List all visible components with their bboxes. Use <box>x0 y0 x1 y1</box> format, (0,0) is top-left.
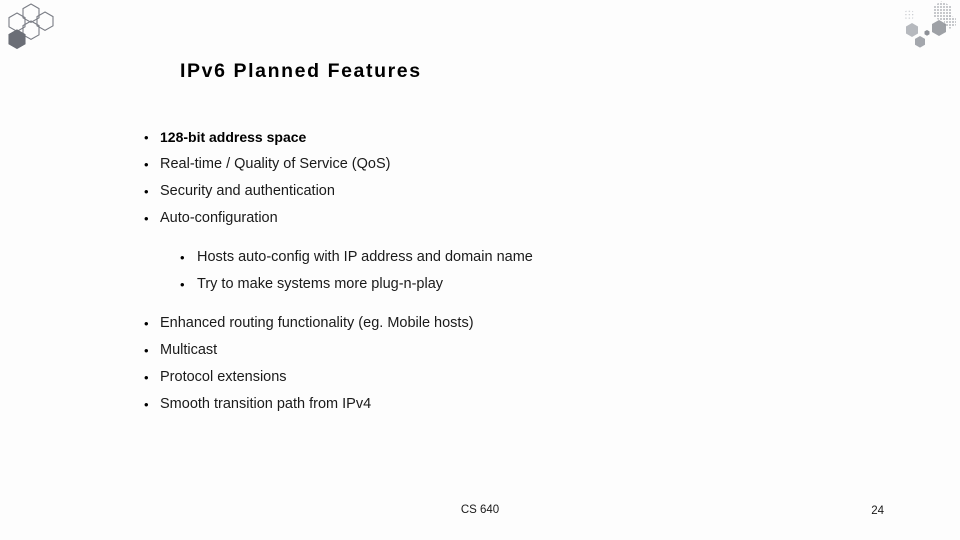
bullet-marker: • <box>144 343 149 358</box>
list-item-label: Try to make systems more plug-n-play <box>197 276 444 292</box>
list-item: • Protocol extensions <box>0 364 960 391</box>
bullet-marker: • <box>144 130 149 145</box>
list-item: • Real-time / Quality of Service (QoS) <box>0 151 960 178</box>
list-item: • 128-bit address space <box>0 124 960 151</box>
bullet-marker: • <box>144 157 149 172</box>
list-item-label: Multicast <box>160 342 218 358</box>
bullet-marker: • <box>180 250 185 265</box>
hexagon-cluster-icon <box>0 0 56 52</box>
list-item: • Enhanced routing functionality (eg. Mo… <box>0 310 960 337</box>
list-item: • Smooth transition path from IPv4 <box>0 391 960 418</box>
bullet-marker: • <box>180 277 185 292</box>
bullet-marker: • <box>144 370 149 385</box>
list-item-label: Protocol extensions <box>160 369 287 385</box>
list-item-label: Smooth transition path from IPv4 <box>160 396 372 412</box>
list-item: • Multicast <box>0 337 960 364</box>
list-item: • Auto-configuration <box>0 205 960 232</box>
list-item: • Hosts auto-config with IP address and … <box>0 244 960 271</box>
list-item: • Try to make systems more plug-n-play <box>0 271 960 298</box>
bullet-marker: • <box>144 397 149 412</box>
list-item-label: Hosts auto-config with IP address and do… <box>197 249 533 265</box>
slide-number: 24 <box>871 505 884 517</box>
list-item-label: 128-bit address space <box>160 129 307 145</box>
footer-course-label: CS 640 <box>460 504 500 516</box>
slide-canvas: IPv6 Planned Features • 128-bit address … <box>0 0 960 540</box>
list-item: • Security and authentication <box>0 178 960 205</box>
halftone-hexagon-cluster-icon <box>898 0 956 50</box>
bullet-marker: • <box>144 184 149 199</box>
list-item-label: Security and authentication <box>160 183 335 199</box>
list-item-label: Auto-configuration <box>160 210 278 226</box>
list-item-label: Enhanced routing functionality (eg. Mobi… <box>160 315 474 331</box>
bullet-marker: • <box>144 316 149 331</box>
list-item-label: Real-time / Quality of Service (QoS) <box>160 156 391 172</box>
page-title: IPv6 Planned Features <box>180 60 422 82</box>
bullet-list: • 128-bit address space • Real-time / Qu… <box>0 124 960 418</box>
bullet-marker: • <box>144 211 149 226</box>
